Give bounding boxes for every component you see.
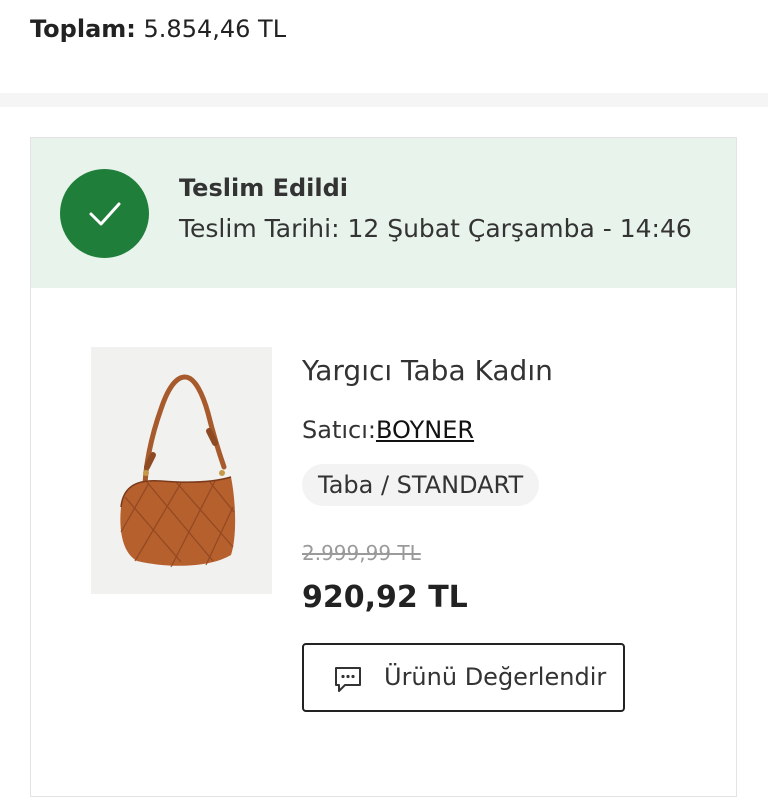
order-total-label: Toplam: bbox=[30, 15, 136, 43]
comment-dots-icon bbox=[332, 663, 364, 695]
order-total-value: 5.854,46 TL bbox=[143, 15, 287, 43]
checkmark-icon bbox=[60, 169, 149, 258]
review-button-label: Ürünü Değerlendir bbox=[384, 663, 607, 691]
variant-chip: Taba / STANDART bbox=[302, 464, 540, 506]
delivery-status-title: Teslim Edildi bbox=[179, 174, 348, 202]
old-price: 2.999,99 TL bbox=[302, 541, 421, 565]
current-price: 920,92 TL bbox=[302, 580, 468, 615]
seller-label: Satıcı: bbox=[302, 416, 376, 444]
order-total: Toplam: 5.854,46 TL bbox=[30, 10, 286, 48]
seller-row: Satıcı:BOYNER bbox=[302, 411, 474, 449]
delivery-status-banner: Teslim Edildi Teslim Tarihi: 12 Şubat Ça… bbox=[31, 138, 736, 288]
review-product-button[interactable]: Ürünü Değerlendir bbox=[302, 643, 625, 712]
product-image[interactable] bbox=[91, 347, 272, 594]
delivery-date: Teslim Tarihi: 12 Şubat Çarşamba - 14:46 bbox=[179, 214, 692, 243]
product-name[interactable]: Yargıcı Taba Kadın bbox=[302, 351, 553, 391]
order-item-card: Teslim Edildi Teslim Tarihi: 12 Şubat Ça… bbox=[30, 137, 737, 797]
seller-link[interactable]: BOYNER bbox=[376, 416, 474, 444]
section-divider bbox=[0, 93, 768, 107]
